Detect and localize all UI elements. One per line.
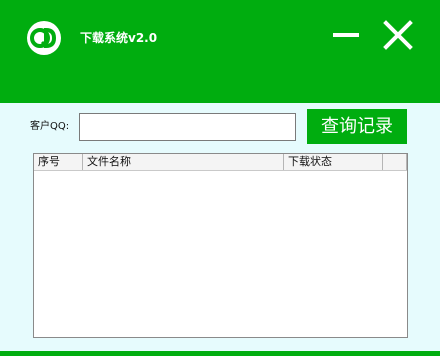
close-icon (383, 20, 413, 50)
column-header-filename[interactable]: 文件名称 (83, 154, 284, 170)
bottom-bar (0, 351, 440, 356)
app-title: 下载系统v2.0 (80, 31, 158, 45)
column-header-index[interactable]: 序号 (34, 154, 83, 170)
qd-logo-icon (27, 21, 61, 55)
column-header-filler (383, 154, 407, 170)
column-header-download-status[interactable]: 下载状态 (284, 154, 383, 170)
qq-input[interactable] (79, 113, 296, 141)
download-records-list[interactable]: 序号 文件名称 下载状态 (33, 153, 408, 338)
query-records-button[interactable]: 查询记录 (307, 109, 407, 144)
qq-label: 客户QQ: (30, 121, 70, 132)
minimize-button[interactable] (332, 20, 362, 50)
title-bar: 下载系统v2.0 (0, 0, 440, 103)
close-button[interactable] (383, 20, 413, 50)
list-header: 序号 文件名称 下载状态 (34, 154, 407, 171)
minimize-icon (333, 33, 359, 37)
